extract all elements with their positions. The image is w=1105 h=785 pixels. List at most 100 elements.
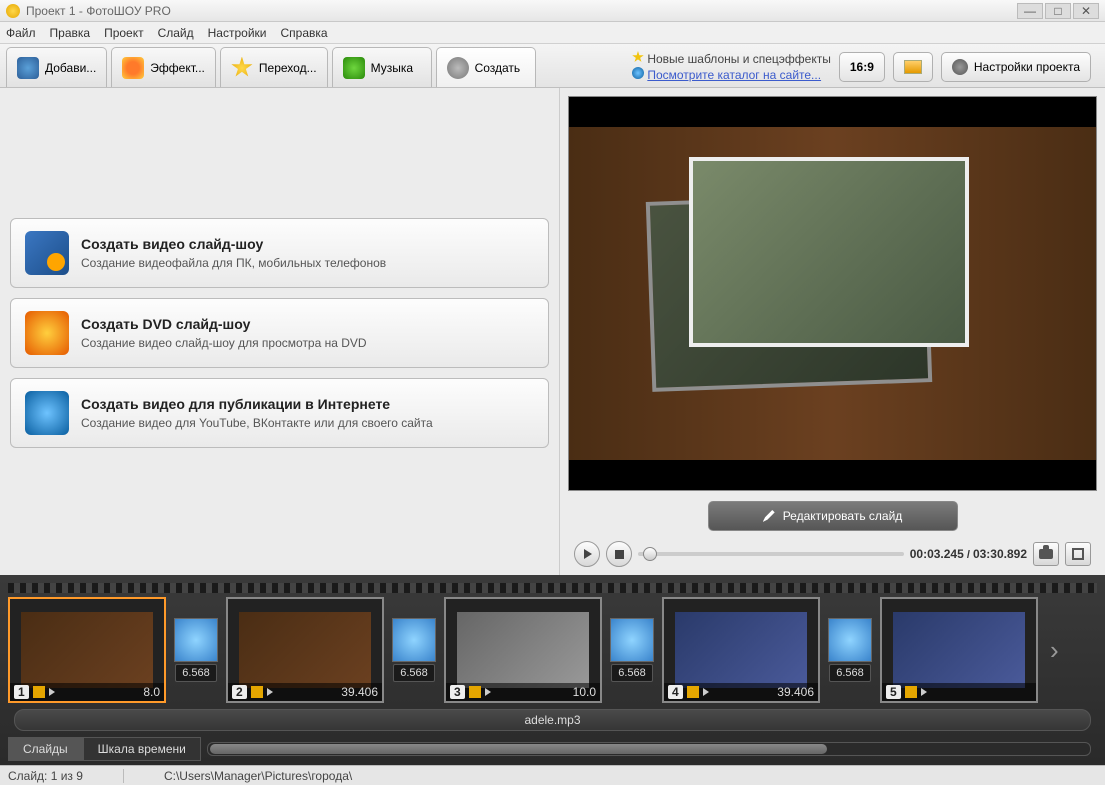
slide-5[interactable]: 5 bbox=[880, 597, 1038, 703]
time-total: 03:30.892 bbox=[973, 547, 1027, 561]
transition-thumb[interactable] bbox=[174, 618, 218, 662]
menu-edit[interactable]: Правка bbox=[50, 26, 91, 40]
tab-music-label: Музыка bbox=[371, 61, 413, 75]
slide-4-num: 4 bbox=[668, 685, 683, 699]
slide-4-dur: 39.406 bbox=[777, 685, 814, 699]
scrubber-knob[interactable] bbox=[643, 547, 657, 561]
web-icon bbox=[25, 391, 69, 435]
transition-2[interactable]: 6.568 bbox=[392, 618, 436, 682]
transition-4[interactable]: 6.568 bbox=[828, 618, 872, 682]
create-video-button[interactable]: Создать видео слайд-шоу Создание видеофа… bbox=[10, 218, 549, 288]
transition-1[interactable]: 6.568 bbox=[174, 618, 218, 682]
edit-slide-label: Редактировать слайд bbox=[783, 509, 903, 523]
menu-settings[interactable]: Настройки bbox=[208, 26, 267, 40]
transition-3[interactable]: 6.568 bbox=[610, 618, 654, 682]
tab-create-label: Создать bbox=[475, 61, 521, 75]
toolbar-right: Новые шаблоны и спецэффекты Посмотрите к… bbox=[624, 47, 1099, 87]
audio-track[interactable]: adele.mp3 bbox=[14, 709, 1091, 731]
templates-label: Новые шаблоны и спецэффекты bbox=[647, 52, 831, 66]
arrow-icon[interactable] bbox=[921, 688, 927, 696]
fullscreen-button[interactable] bbox=[1065, 542, 1091, 566]
project-settings-button[interactable]: Настройки проекта bbox=[941, 52, 1091, 82]
tab-transitions-label: Переход... bbox=[259, 61, 317, 75]
menu-slide[interactable]: Слайд bbox=[158, 26, 194, 40]
slides-row: 1 8.0 6.568 2 39.406 6.568 bbox=[8, 597, 1097, 703]
catalog-link[interactable]: Посмотрите каталог на сайте... bbox=[647, 68, 821, 82]
slide-3[interactable]: 3 10.0 bbox=[444, 597, 602, 703]
menu-file[interactable]: Файл bbox=[6, 26, 36, 40]
horizontal-scrollbar[interactable] bbox=[207, 742, 1091, 756]
edit-icon[interactable] bbox=[687, 686, 699, 698]
view-slides-tab[interactable]: Слайды bbox=[8, 737, 83, 761]
view-timeline-tab[interactable]: Шкала времени bbox=[83, 737, 201, 761]
slide-1-dur: 8.0 bbox=[143, 685, 160, 699]
play-icon bbox=[584, 549, 592, 559]
slide-1[interactable]: 1 8.0 bbox=[8, 597, 166, 703]
arrow-icon[interactable] bbox=[267, 688, 273, 696]
timeline-next-button[interactable]: › bbox=[1046, 635, 1063, 666]
menu-help[interactable]: Справка bbox=[280, 26, 327, 40]
edit-icon[interactable] bbox=[905, 686, 917, 698]
title-bar: Проект 1 - ФотоШОУ PRO — □ ✕ bbox=[0, 0, 1105, 22]
tab-effects[interactable]: Эффект... bbox=[111, 47, 216, 87]
tab-create[interactable]: Создать bbox=[436, 47, 536, 87]
maximize-button[interactable]: □ bbox=[1045, 3, 1071, 19]
arrow-icon[interactable] bbox=[485, 688, 491, 696]
snapshot-button[interactable] bbox=[1033, 542, 1059, 566]
transition-time[interactable]: 6.568 bbox=[175, 664, 217, 682]
video-icon bbox=[25, 231, 69, 275]
tab-add[interactable]: Добави... bbox=[6, 47, 107, 87]
scrollbar-thumb[interactable] bbox=[210, 744, 828, 754]
transition-time[interactable]: 6.568 bbox=[611, 664, 653, 682]
slide-5-num: 5 bbox=[886, 685, 901, 699]
create-web-title: Создать видео для публикации в Интернете bbox=[81, 396, 433, 412]
left-panel: Создать видео слайд-шоу Создание видеофа… bbox=[0, 88, 560, 575]
gear-icon bbox=[952, 59, 968, 75]
stop-icon bbox=[615, 550, 624, 559]
edit-slide-button[interactable]: Редактировать слайд bbox=[708, 501, 958, 531]
transition-thumb[interactable] bbox=[610, 618, 654, 662]
stop-button[interactable] bbox=[606, 541, 632, 567]
menu-project[interactable]: Проект bbox=[104, 26, 144, 40]
transition-thumb[interactable] bbox=[392, 618, 436, 662]
pencil-icon bbox=[763, 510, 775, 522]
slide-2-dur: 39.406 bbox=[341, 685, 378, 699]
slide-2[interactable]: 2 39.406 bbox=[226, 597, 384, 703]
aspect-ratio-button[interactable]: 16:9 bbox=[839, 52, 885, 82]
slide-3-num: 3 bbox=[450, 685, 465, 699]
tab-effects-label: Эффект... bbox=[150, 61, 205, 75]
create-dvd-title: Создать DVD слайд-шоу bbox=[81, 316, 367, 332]
edit-icon[interactable] bbox=[251, 686, 263, 698]
arrow-icon[interactable] bbox=[703, 688, 709, 696]
slide-1-num: 1 bbox=[14, 685, 29, 699]
presentation-button[interactable] bbox=[893, 52, 933, 82]
star-mini-icon bbox=[632, 51, 644, 63]
timeline: 1 8.0 6.568 2 39.406 6.568 bbox=[0, 575, 1105, 765]
presentation-icon bbox=[904, 60, 922, 74]
music-icon bbox=[343, 57, 365, 79]
window-title: Проект 1 - ФотоШОУ PRO bbox=[26, 4, 1015, 18]
camera-small-icon bbox=[1039, 549, 1053, 559]
close-button[interactable]: ✕ bbox=[1073, 3, 1099, 19]
filmstrip-top bbox=[8, 583, 1097, 593]
arrow-icon[interactable] bbox=[49, 688, 55, 696]
star-icon bbox=[231, 57, 253, 79]
play-button[interactable] bbox=[574, 541, 600, 567]
transition-time[interactable]: 6.568 bbox=[829, 664, 871, 682]
edit-icon[interactable] bbox=[469, 686, 481, 698]
create-dvd-button[interactable]: Создать DVD слайд-шоу Создание видео сла… bbox=[10, 298, 549, 368]
timecode: 00:03.245 / 03:30.892 bbox=[910, 547, 1027, 561]
edit-icon[interactable] bbox=[33, 686, 45, 698]
create-video-desc: Создание видеофайла для ПК, мобильных те… bbox=[81, 256, 386, 270]
create-web-desc: Создание видео для YouTube, ВКонтакте ил… bbox=[81, 416, 433, 430]
minimize-button[interactable]: — bbox=[1017, 3, 1043, 19]
create-video-title: Создать видео слайд-шоу bbox=[81, 236, 386, 252]
create-web-button[interactable]: Создать видео для публикации в Интернете… bbox=[10, 378, 549, 448]
tab-transitions[interactable]: Переход... bbox=[220, 47, 328, 87]
fullscreen-icon bbox=[1072, 548, 1084, 560]
transition-time[interactable]: 6.568 bbox=[393, 664, 435, 682]
tab-music[interactable]: Музыка bbox=[332, 47, 432, 87]
transition-thumb[interactable] bbox=[828, 618, 872, 662]
slide-4[interactable]: 4 39.406 bbox=[662, 597, 820, 703]
scrubber[interactable] bbox=[638, 552, 904, 556]
